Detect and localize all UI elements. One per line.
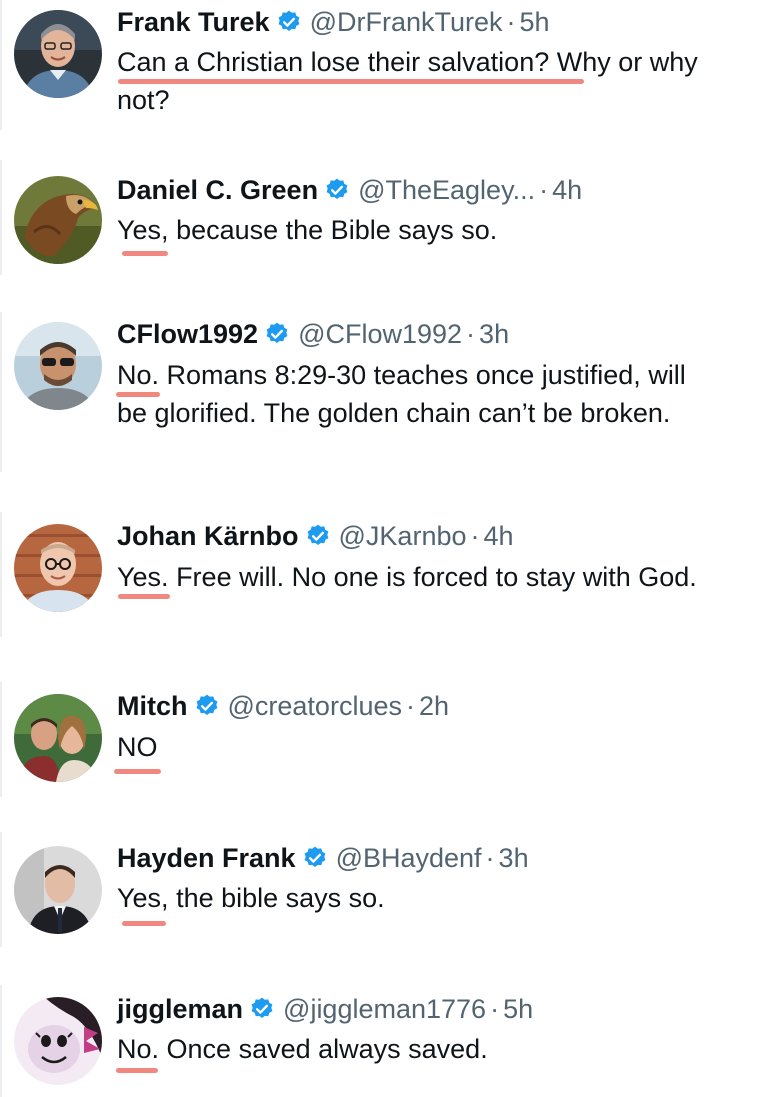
tweet-text: Yes, the bible says so. [117,879,717,917]
author-name[interactable]: jiggleman [117,993,243,1025]
thread-divider [0,832,2,947]
tweet-text-rest: because the Bible says so. [168,215,498,245]
tweet[interactable]: Daniel C. Green @TheEagley... · 4h Yes, … [0,160,774,275]
verified-badge-icon [276,9,302,35]
verified-badge-icon [305,523,331,549]
thread-divider [0,312,2,472]
verified-badge-icon [264,321,290,347]
tweet-text: Yes, because the Bible says so. [117,211,717,249]
tweet-timestamp[interactable]: 2h [419,690,449,722]
tweet[interactable]: jiggleman @jiggleman1776 · 5h No. Once s… [0,985,774,1097]
verified-badge-icon [302,845,328,871]
tweet-header: Johan Kärnbo @JKarnbo · 4h [117,520,514,552]
tweet-header: Mitch @creatorclues · 2h [117,690,449,722]
tweet-text-highlighted: Yes. [117,562,169,592]
highlight-underline [116,1068,158,1073]
tweet-text: Yes. Free will. No one is forced to stay… [117,558,697,596]
avatar[interactable] [14,322,102,410]
tweet[interactable]: Mitch @creatorclues · 2h NO [0,682,774,797]
tweet-text: No. Once saved always saved. [117,1030,717,1068]
tweet-header: CFlow1992 @CFlow1992 · 3h [117,318,509,350]
thread-divider [0,985,2,1097]
author-name[interactable]: Johan Kärnbo [117,520,299,552]
tweet[interactable]: Frank Turek @DrFrankTurek · 5h Can a Chr… [0,0,774,130]
author-handle[interactable]: @creatorclues [228,690,402,722]
tweet-timestamp[interactable]: 4h [552,174,582,206]
thread-divider [0,512,2,637]
eagle-avatar[interactable] [14,176,102,264]
highlight-underline [122,251,168,256]
author-name[interactable]: Daniel C. Green [117,174,318,206]
author-name[interactable]: Hayden Frank [117,842,296,874]
separator-dot: · [466,319,476,349]
separator-dot: · [506,7,516,37]
avatar[interactable] [14,846,102,934]
author-name[interactable]: Frank Turek [117,6,270,38]
separator-dot: · [485,843,495,873]
tweet-timestamp[interactable]: 4h [484,520,514,552]
tweet-text-highlighted: Yes, [117,215,169,245]
tweet[interactable]: Hayden Frank @BHaydenf · 3h Yes, the bib… [0,832,774,947]
verified-badge-icon [194,693,220,719]
highlight-underline [122,921,166,926]
author-handle[interactable]: @DrFrankTurek [310,6,503,38]
avatar[interactable] [14,10,102,98]
highlight-underline [118,594,170,599]
author-handle[interactable]: @jiggleman1776 [283,993,486,1025]
tweet-header: Frank Turek @DrFrankTurek · 5h [117,6,550,38]
separator-dot: · [539,175,549,205]
avatar[interactable] [14,524,102,612]
highlight-underline [116,392,160,397]
cartoon-avatar[interactable] [14,997,102,1085]
thread-divider [0,682,2,797]
tweet[interactable]: CFlow1992 @CFlow1992 · 3h No. Romans 8:2… [0,312,774,472]
tweet-text-highlighted: NO [117,732,158,762]
tweet-header: Daniel C. Green @TheEagley... · 4h [117,174,582,206]
couple-avatar[interactable] [14,694,102,782]
tweet-timestamp[interactable]: 5h [503,993,533,1025]
separator-dot: · [405,691,415,721]
thread-divider [0,0,2,130]
author-handle[interactable]: @CFlow1992 [298,318,462,350]
author-name[interactable]: Mitch [117,690,188,722]
tweet-text-rest: Romans 8:29-30 teaches once justified, w… [117,360,686,428]
tweet-text-highlighted: No. [117,1034,160,1064]
author-handle[interactable]: @TheEagley... [358,174,535,206]
tweet-text-highlighted: No. [117,360,160,390]
separator-dot: · [470,521,480,551]
verified-badge-icon [249,996,275,1022]
tweet[interactable]: Johan Kärnbo @JKarnbo · 4h Yes. Free wil… [0,512,774,637]
tweet-timestamp[interactable]: 3h [479,318,509,350]
tweet-text-rest: Free will. No one is forced to stay with… [168,562,697,592]
verified-badge-icon [324,177,350,203]
tweet-text-highlighted: Can a Christian lose their salvation? [117,47,550,77]
author-handle[interactable]: @BHaydenf [336,842,482,874]
highlight-underline [114,769,161,774]
tweet-text-rest: Once saved always saved. [159,1034,488,1064]
highlight-underline [118,79,584,84]
tweet-timestamp[interactable]: 5h [520,6,550,38]
thread-divider [0,160,2,275]
separator-dot: · [490,994,500,1024]
author-name[interactable]: CFlow1992 [117,318,258,350]
author-handle[interactable]: @JKarnbo [339,520,467,552]
tweet-text-rest: the bible says so. [168,883,385,913]
tweet-header: Hayden Frank @BHaydenf · 3h [117,842,529,874]
tweet-timestamp[interactable]: 3h [499,842,529,874]
tweet-text: NO [117,728,717,766]
tweet-text: No. Romans 8:29-30 teaches once justifie… [117,356,717,432]
tweet-header: jiggleman @jiggleman1776 · 5h [117,993,533,1025]
tweet-text-highlighted: Yes, [117,883,169,913]
